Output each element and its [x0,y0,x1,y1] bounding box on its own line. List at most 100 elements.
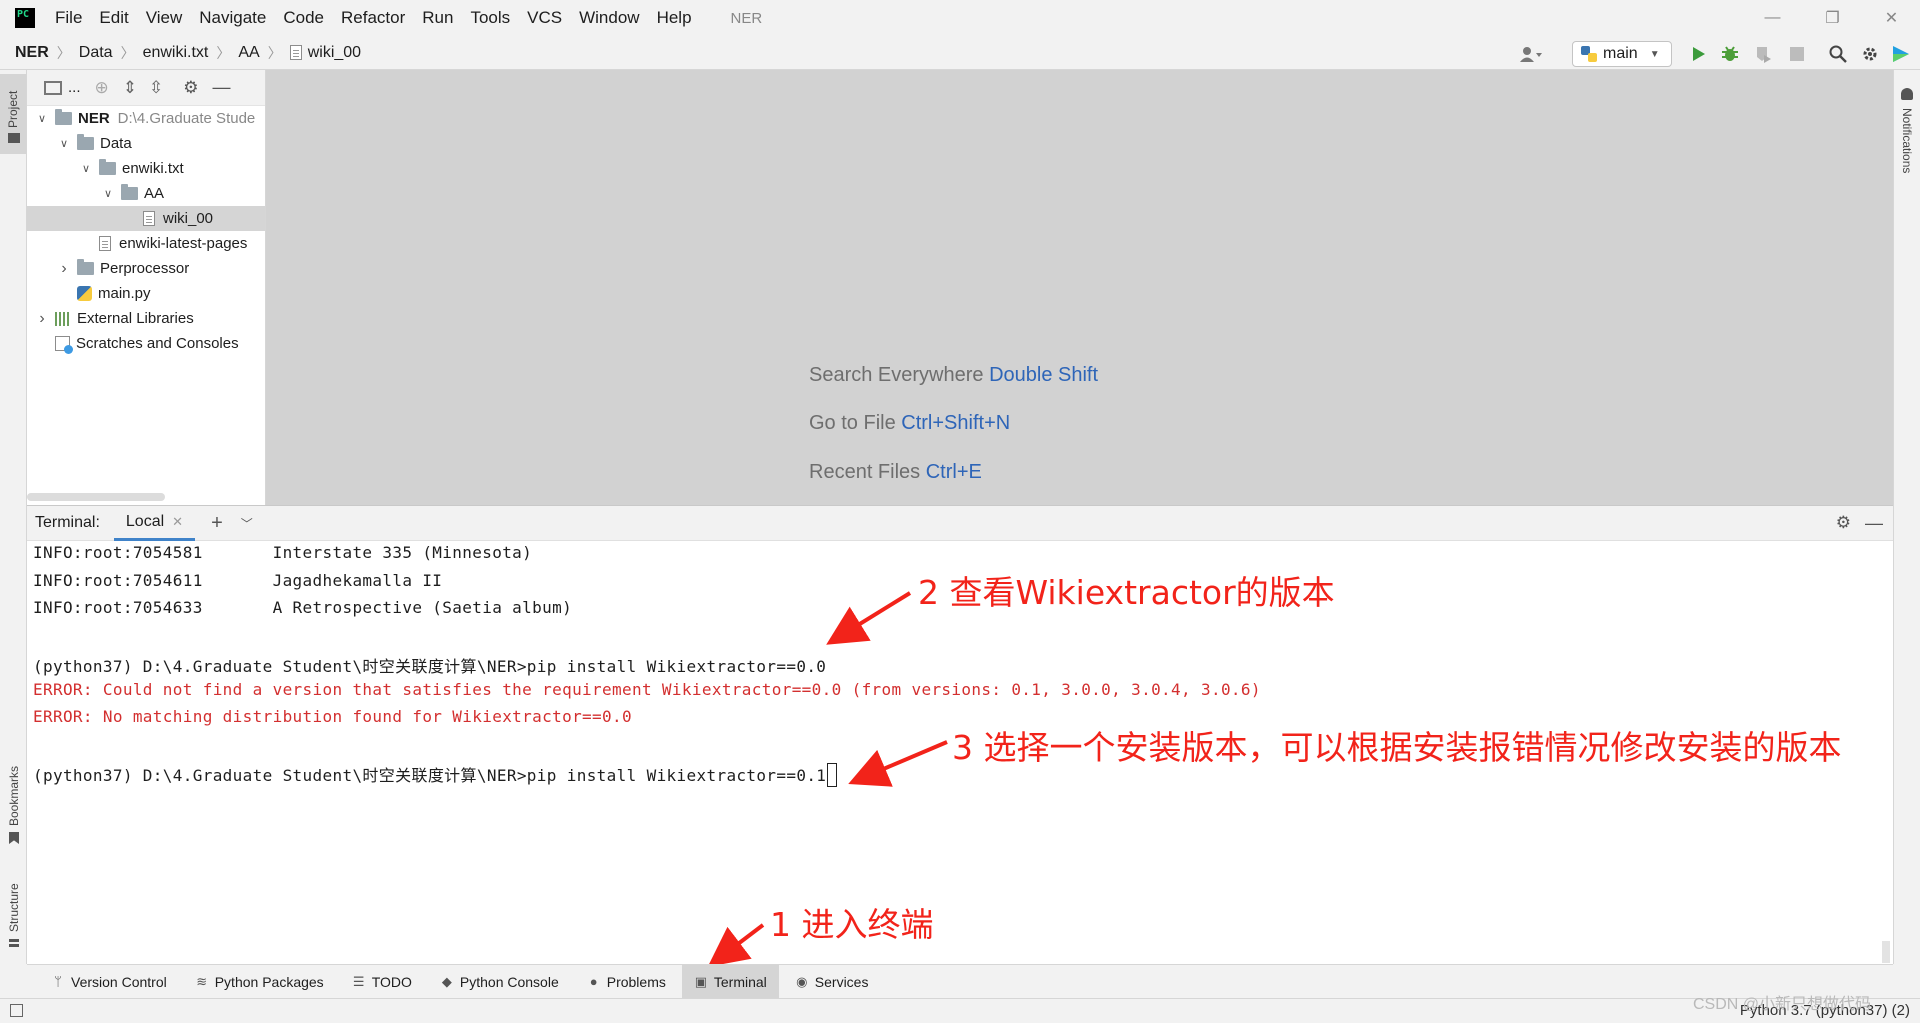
tree-item[interactable]: › External Libraries [27,306,265,331]
new-tab-icon[interactable]: + [211,512,223,535]
hide-panel-icon[interactable]: — [213,77,231,98]
locate-icon[interactable]: ⊕ [95,78,109,98]
stop-icon[interactable] [1786,43,1808,65]
tree-item[interactable]: ∨ AA [27,181,265,206]
tab-label: Python Console [459,973,559,990]
tab-todo[interactable]: ☰ TODO [340,965,424,999]
project-panel: ... ⊕ ⇕ ⇳ ⚙ — ∨ NER D:\4.Graduate Stude ∨ Da… [27,70,266,505]
jetbrains-icon[interactable] [1890,43,1912,65]
project-view-select[interactable]: ... [68,79,81,96]
menu-navigate[interactable]: Navigate [199,8,266,28]
menu-vcs[interactable]: VCS [527,8,562,28]
terminal-line: INFO:root:7054581 Interstate 335 (Minnes… [33,543,533,562]
breadcrumb-item[interactable]: Data [79,44,113,62]
expand-all-icon[interactable]: ⇕ [123,78,137,98]
run-icon[interactable] [1688,43,1710,65]
tool-window-bar: ᛘ Version Control ≋ Python Packages ☰ TODO … [27,964,1893,999]
python-file-icon [77,286,92,301]
tree-item[interactable]: wiki_00 [27,206,265,231]
go-to-file-hint: Go to File Ctrl+Shift+N [809,412,1010,435]
branch-icon: ᛘ [54,974,62,989]
status-bar: Python 3.7 (python37) (2) [0,998,1920,1023]
terminal-line: (python37) D:\4.Graduate Student\时空关联度计算… [33,657,827,676]
chevron-down-icon[interactable]: ﹀ [241,515,253,532]
tab-label: TODO [371,973,412,990]
close-icon[interactable]: ✕ [172,514,183,530]
tab-python-packages[interactable]: ≋ Python Packages [183,965,336,999]
breadcrumb-item[interactable]: enwiki.txt [143,44,209,62]
tree-item[interactable]: › Perprocessor [27,256,265,281]
tab-python-console[interactable]: ◆ Python Console [428,965,571,999]
terminal-tab-label: Local [125,512,165,530]
python-icon: ◆ [441,973,452,989]
vertical-scrollbar[interactable] [1882,941,1890,963]
terminal-header: Terminal: Local ✕ + ﹀ ⚙ — [27,505,1893,541]
breadcrumb-item[interactable]: wiki_00 [308,44,361,62]
minimize-button[interactable]: — [1745,0,1800,36]
tree-item[interactable]: ∨ Data [27,131,265,156]
restore-button[interactable]: ❐ [1805,0,1860,36]
toggle-tool-windows-icon[interactable] [10,1004,23,1017]
tab-terminal[interactable]: ▣ Terminal [681,964,779,999]
gear-icon[interactable]: ⚙ [183,78,198,98]
tree-item[interactable]: Scratches and Consoles [27,331,265,356]
chevron-down-icon[interactable]: ∨ [101,187,115,200]
tab-problems[interactable]: ● Problems [575,965,678,999]
horizontal-scrollbar[interactable] [27,493,165,501]
menu-run[interactable]: Run [422,8,453,28]
hint-shortcut: Ctrl+Shift+N [901,412,1011,434]
folder-icon [121,184,138,200]
chevron-down-icon[interactable]: ∨ [35,112,49,125]
run-config-label: main [1603,45,1638,62]
file-icon [99,236,111,251]
close-button[interactable]: ✕ [1864,0,1919,36]
menu-window[interactable]: Window [579,8,639,28]
user-icon[interactable] [1520,43,1542,65]
text-cursor [827,763,838,787]
tree-item-label: Perprocessor [100,260,190,277]
tree-item[interactable]: ∨ enwiki.txt [27,156,265,181]
menu-help[interactable]: Help [657,8,692,28]
tree-item-label: Data [100,135,132,152]
annotation-step-3: 3 选择一个安装版本，可以根据安装报错情况修改安装的版本 [952,728,1842,767]
terminal-tab-local[interactable]: Local ✕ [113,505,196,541]
collapse-all-icon[interactable]: ⇳ [149,78,163,98]
chevron-right-icon[interactable]: › [57,260,71,278]
bookmarks-tool-label[interactable]: Bookmarks [7,766,21,826]
breadcrumb-item[interactable]: AA [238,44,259,62]
menu-code[interactable]: Code [283,8,324,28]
tree-item-label: AA [144,185,165,202]
hide-panel-icon[interactable]: — [1865,513,1883,534]
debug-icon[interactable] [1719,43,1741,65]
chevron-right-icon[interactable]: › [35,310,49,328]
menu-edit[interactable]: Edit [99,8,128,28]
search-icon[interactable] [1827,43,1849,65]
menu-refactor[interactable]: Refactor [341,8,405,28]
library-icon [55,311,71,326]
tree-item-label: NER [78,110,110,127]
editor-empty-area: Search Everywhere Double Shift Go to Fil… [266,70,1893,505]
scratch-icon [55,336,73,354]
coverage-icon[interactable] [1752,43,1774,65]
breadcrumb-item[interactable]: NER [15,44,49,62]
notifications-tool-label[interactable]: Notifications [1900,108,1914,173]
tab-services[interactable]: ◉ Services [783,965,881,999]
project-tool-label[interactable]: Project [6,91,20,128]
view-mode-icon[interactable] [44,80,62,95]
menu-view[interactable]: View [146,8,183,28]
menu-tools[interactable]: Tools [470,8,510,28]
chevron-down-icon[interactable]: ∨ [79,162,93,175]
tab-version-control[interactable]: ᛘ Version Control [39,965,179,999]
tree-item[interactable]: enwiki-latest-pages [27,231,265,256]
structure-tool-label[interactable]: Structure [7,883,21,932]
chevron-down-icon[interactable]: ∨ [57,137,71,150]
terminal-title: Terminal: [35,514,100,531]
tree-item[interactable]: ∨ NER D:\4.Graduate Stude [27,106,265,131]
gear-icon[interactable]: ⚙ [1836,513,1851,533]
project-path: D:\4.Graduate Stude [117,110,256,127]
menu-file[interactable]: File [55,8,82,28]
run-configuration-select[interactable]: main ▼ [1572,41,1672,67]
tree-item[interactable]: main.py [27,281,265,306]
gear-icon[interactable] [1859,43,1881,65]
structure-icon [9,937,19,947]
